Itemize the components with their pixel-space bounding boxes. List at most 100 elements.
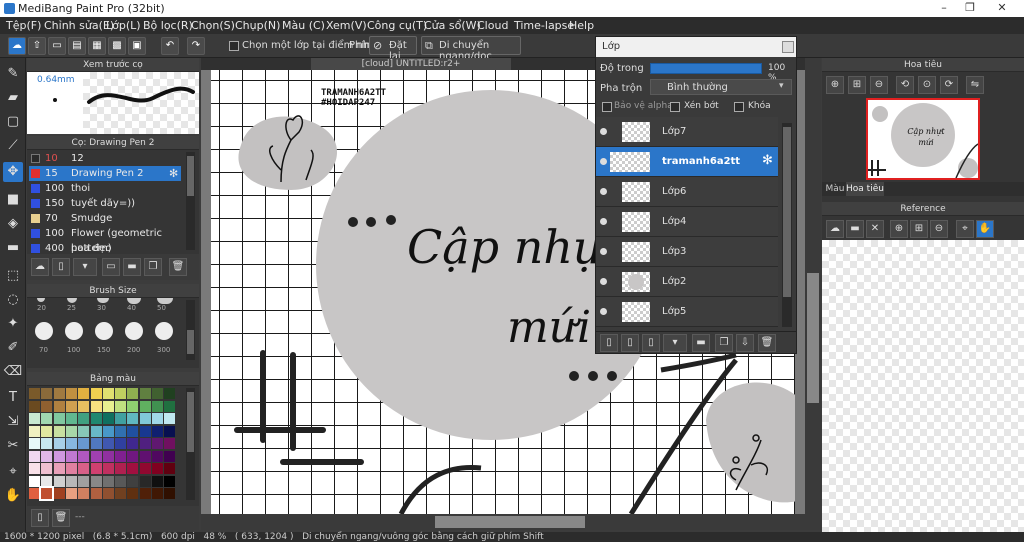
lock-checkbox[interactable] bbox=[734, 102, 744, 112]
menu-help[interactable]: Help bbox=[569, 19, 594, 32]
select-pen-icon[interactable]: ✐ bbox=[3, 338, 23, 358]
palette-swatch[interactable] bbox=[29, 488, 40, 499]
palette-swatch[interactable] bbox=[164, 475, 176, 487]
brush-item[interactable]: 100 thoi bbox=[29, 181, 181, 196]
palette-swatch[interactable] bbox=[41, 450, 53, 462]
palette-swatch[interactable] bbox=[127, 400, 139, 412]
layer-row[interactable]: Lớp4 bbox=[596, 207, 778, 237]
palette-swatch[interactable] bbox=[65, 400, 77, 412]
palette-swatch[interactable] bbox=[115, 450, 127, 462]
palette-swatch[interactable] bbox=[127, 488, 139, 499]
grid-icon[interactable]: ▩ bbox=[108, 37, 126, 55]
trash-icon[interactable]: 🗑 bbox=[169, 258, 187, 276]
redo-icon[interactable]: ↷ bbox=[187, 37, 205, 55]
material-icon[interactable]: ▣ bbox=[128, 37, 146, 55]
reset-button[interactable]: ⊘ Đặt lại bbox=[369, 36, 417, 62]
palette-swatch[interactable] bbox=[29, 425, 40, 437]
palette-swatch[interactable] bbox=[115, 425, 127, 437]
rotate-reset-icon[interactable]: ⊙ bbox=[918, 76, 936, 94]
palette-swatch[interactable] bbox=[90, 400, 102, 412]
trash-icon[interactable]: 🗑 bbox=[758, 334, 776, 352]
new-brush-icon[interactable]: ▯ bbox=[52, 258, 70, 276]
palette-swatch[interactable] bbox=[102, 450, 114, 462]
palette-swatch[interactable] bbox=[152, 388, 163, 399]
eye-icon[interactable] bbox=[600, 248, 607, 255]
rotate-right-icon[interactable]: ⟳ bbox=[940, 76, 958, 94]
palette-swatch[interactable] bbox=[102, 463, 114, 474]
eraser-tool-icon[interactable]: ▰ bbox=[3, 88, 23, 108]
folder-icon[interactable]: ▬ bbox=[123, 258, 141, 276]
menu-file[interactable]: Tệp(F) bbox=[6, 19, 41, 32]
palette-swatch[interactable] bbox=[65, 450, 77, 462]
palette-swatch[interactable] bbox=[139, 400, 151, 412]
vscroll-thumb[interactable] bbox=[807, 273, 819, 403]
palette-swatch[interactable] bbox=[152, 400, 163, 412]
size-dot[interactable] bbox=[95, 322, 113, 340]
size-dot[interactable] bbox=[155, 322, 173, 340]
palette-swatch[interactable] bbox=[29, 475, 40, 487]
blend-select[interactable]: Bình thường ▾ bbox=[650, 79, 792, 95]
palette-swatch[interactable] bbox=[65, 438, 77, 449]
protect-alpha-checkbox[interactable] bbox=[602, 102, 612, 112]
palette-swatch[interactable] bbox=[53, 475, 65, 487]
palette-swatch[interactable] bbox=[90, 488, 102, 499]
palette-swatch[interactable] bbox=[65, 413, 77, 424]
palette-swatch[interactable] bbox=[115, 463, 127, 474]
rotate-left-icon[interactable]: ⟲ bbox=[896, 76, 914, 94]
palette-swatch[interactable] bbox=[164, 463, 176, 474]
layer-row[interactable]: Lớp3 bbox=[596, 237, 778, 267]
palette-swatch[interactable] bbox=[41, 400, 53, 412]
layer-panel-titlebar[interactable]: Lớp bbox=[596, 37, 796, 57]
undo-icon[interactable]: ↶ bbox=[161, 37, 179, 55]
clip-checkbox[interactable] bbox=[670, 102, 680, 112]
menu-capture[interactable]: Chụp(N) bbox=[235, 19, 280, 32]
palette-swatch[interactable] bbox=[115, 400, 127, 412]
palette-swatch[interactable] bbox=[90, 425, 102, 437]
minimize-button[interactable]: – bbox=[934, 1, 954, 16]
palette-swatch[interactable] bbox=[78, 475, 90, 487]
palette-swatch[interactable] bbox=[127, 475, 139, 487]
palette-swatch[interactable] bbox=[90, 438, 102, 449]
scroll-thumb[interactable] bbox=[187, 156, 194, 196]
palette-swatch[interactable] bbox=[102, 413, 114, 424]
menu-edit[interactable]: Chỉnh sửa(E) bbox=[44, 19, 114, 32]
menu-color[interactable]: Màu (C) bbox=[282, 19, 325, 32]
palette-swatch[interactable] bbox=[139, 438, 151, 449]
layer-list-scrollbar[interactable] bbox=[782, 123, 792, 327]
export-icon[interactable]: ⇧ bbox=[28, 37, 46, 55]
close-button[interactable]: ✕ bbox=[992, 1, 1012, 16]
copy-brush-icon[interactable]: ▭ bbox=[102, 258, 120, 276]
brush-item[interactable]: 150 tuyết dãy=)) bbox=[29, 196, 181, 211]
comic-icon[interactable]: ▤ bbox=[68, 37, 86, 55]
palette-swatch[interactable] bbox=[164, 488, 176, 499]
size-dot[interactable] bbox=[35, 322, 53, 340]
scroll-thumb[interactable] bbox=[187, 392, 194, 452]
menu-cloud[interactable]: Cloud bbox=[477, 19, 508, 32]
gear-icon[interactable]: ✻ bbox=[762, 153, 773, 168]
magic-wand-icon[interactable]: ✦ bbox=[3, 314, 23, 334]
eye-icon[interactable] bbox=[600, 218, 607, 225]
brush-item[interactable]: 10 12 bbox=[29, 151, 181, 166]
cloud-icon[interactable]: ☁ bbox=[826, 220, 844, 238]
select-tool-icon[interactable]: ⬚ bbox=[3, 266, 23, 286]
palette-swatch[interactable] bbox=[127, 388, 139, 399]
palette-swatch[interactable] bbox=[127, 413, 139, 424]
add-brush-icon[interactable]: ☁ bbox=[31, 258, 49, 276]
trash-icon[interactable]: 🗑 bbox=[52, 509, 70, 527]
duplicate-icon[interactable]: ❐ bbox=[144, 258, 162, 276]
palette-swatch[interactable] bbox=[29, 438, 40, 449]
navigator-preview[interactable]: Cập nhựt mứi bbox=[866, 98, 980, 180]
menu-filter[interactable]: Bộ lọc(R) bbox=[143, 19, 193, 32]
canvas-vscrollbar[interactable] bbox=[805, 58, 821, 530]
palette-swatch[interactable] bbox=[139, 488, 151, 499]
brush-tool-icon[interactable]: ✎ bbox=[3, 64, 23, 84]
palette-swatch[interactable] bbox=[41, 388, 53, 399]
duplicate-layer-icon[interactable]: ❐ bbox=[715, 334, 733, 352]
palette-swatch[interactable] bbox=[102, 475, 114, 487]
cloud-icon[interactable]: ☁ bbox=[8, 37, 26, 55]
layer-row[interactable]: Lớp2 bbox=[596, 267, 778, 297]
merge-down-icon[interactable]: ⇩ bbox=[736, 334, 754, 352]
palette-swatch[interactable] bbox=[78, 488, 90, 499]
palette-swatch[interactable] bbox=[164, 425, 176, 437]
menu-timelapse[interactable]: Time-lapse bbox=[514, 19, 574, 32]
